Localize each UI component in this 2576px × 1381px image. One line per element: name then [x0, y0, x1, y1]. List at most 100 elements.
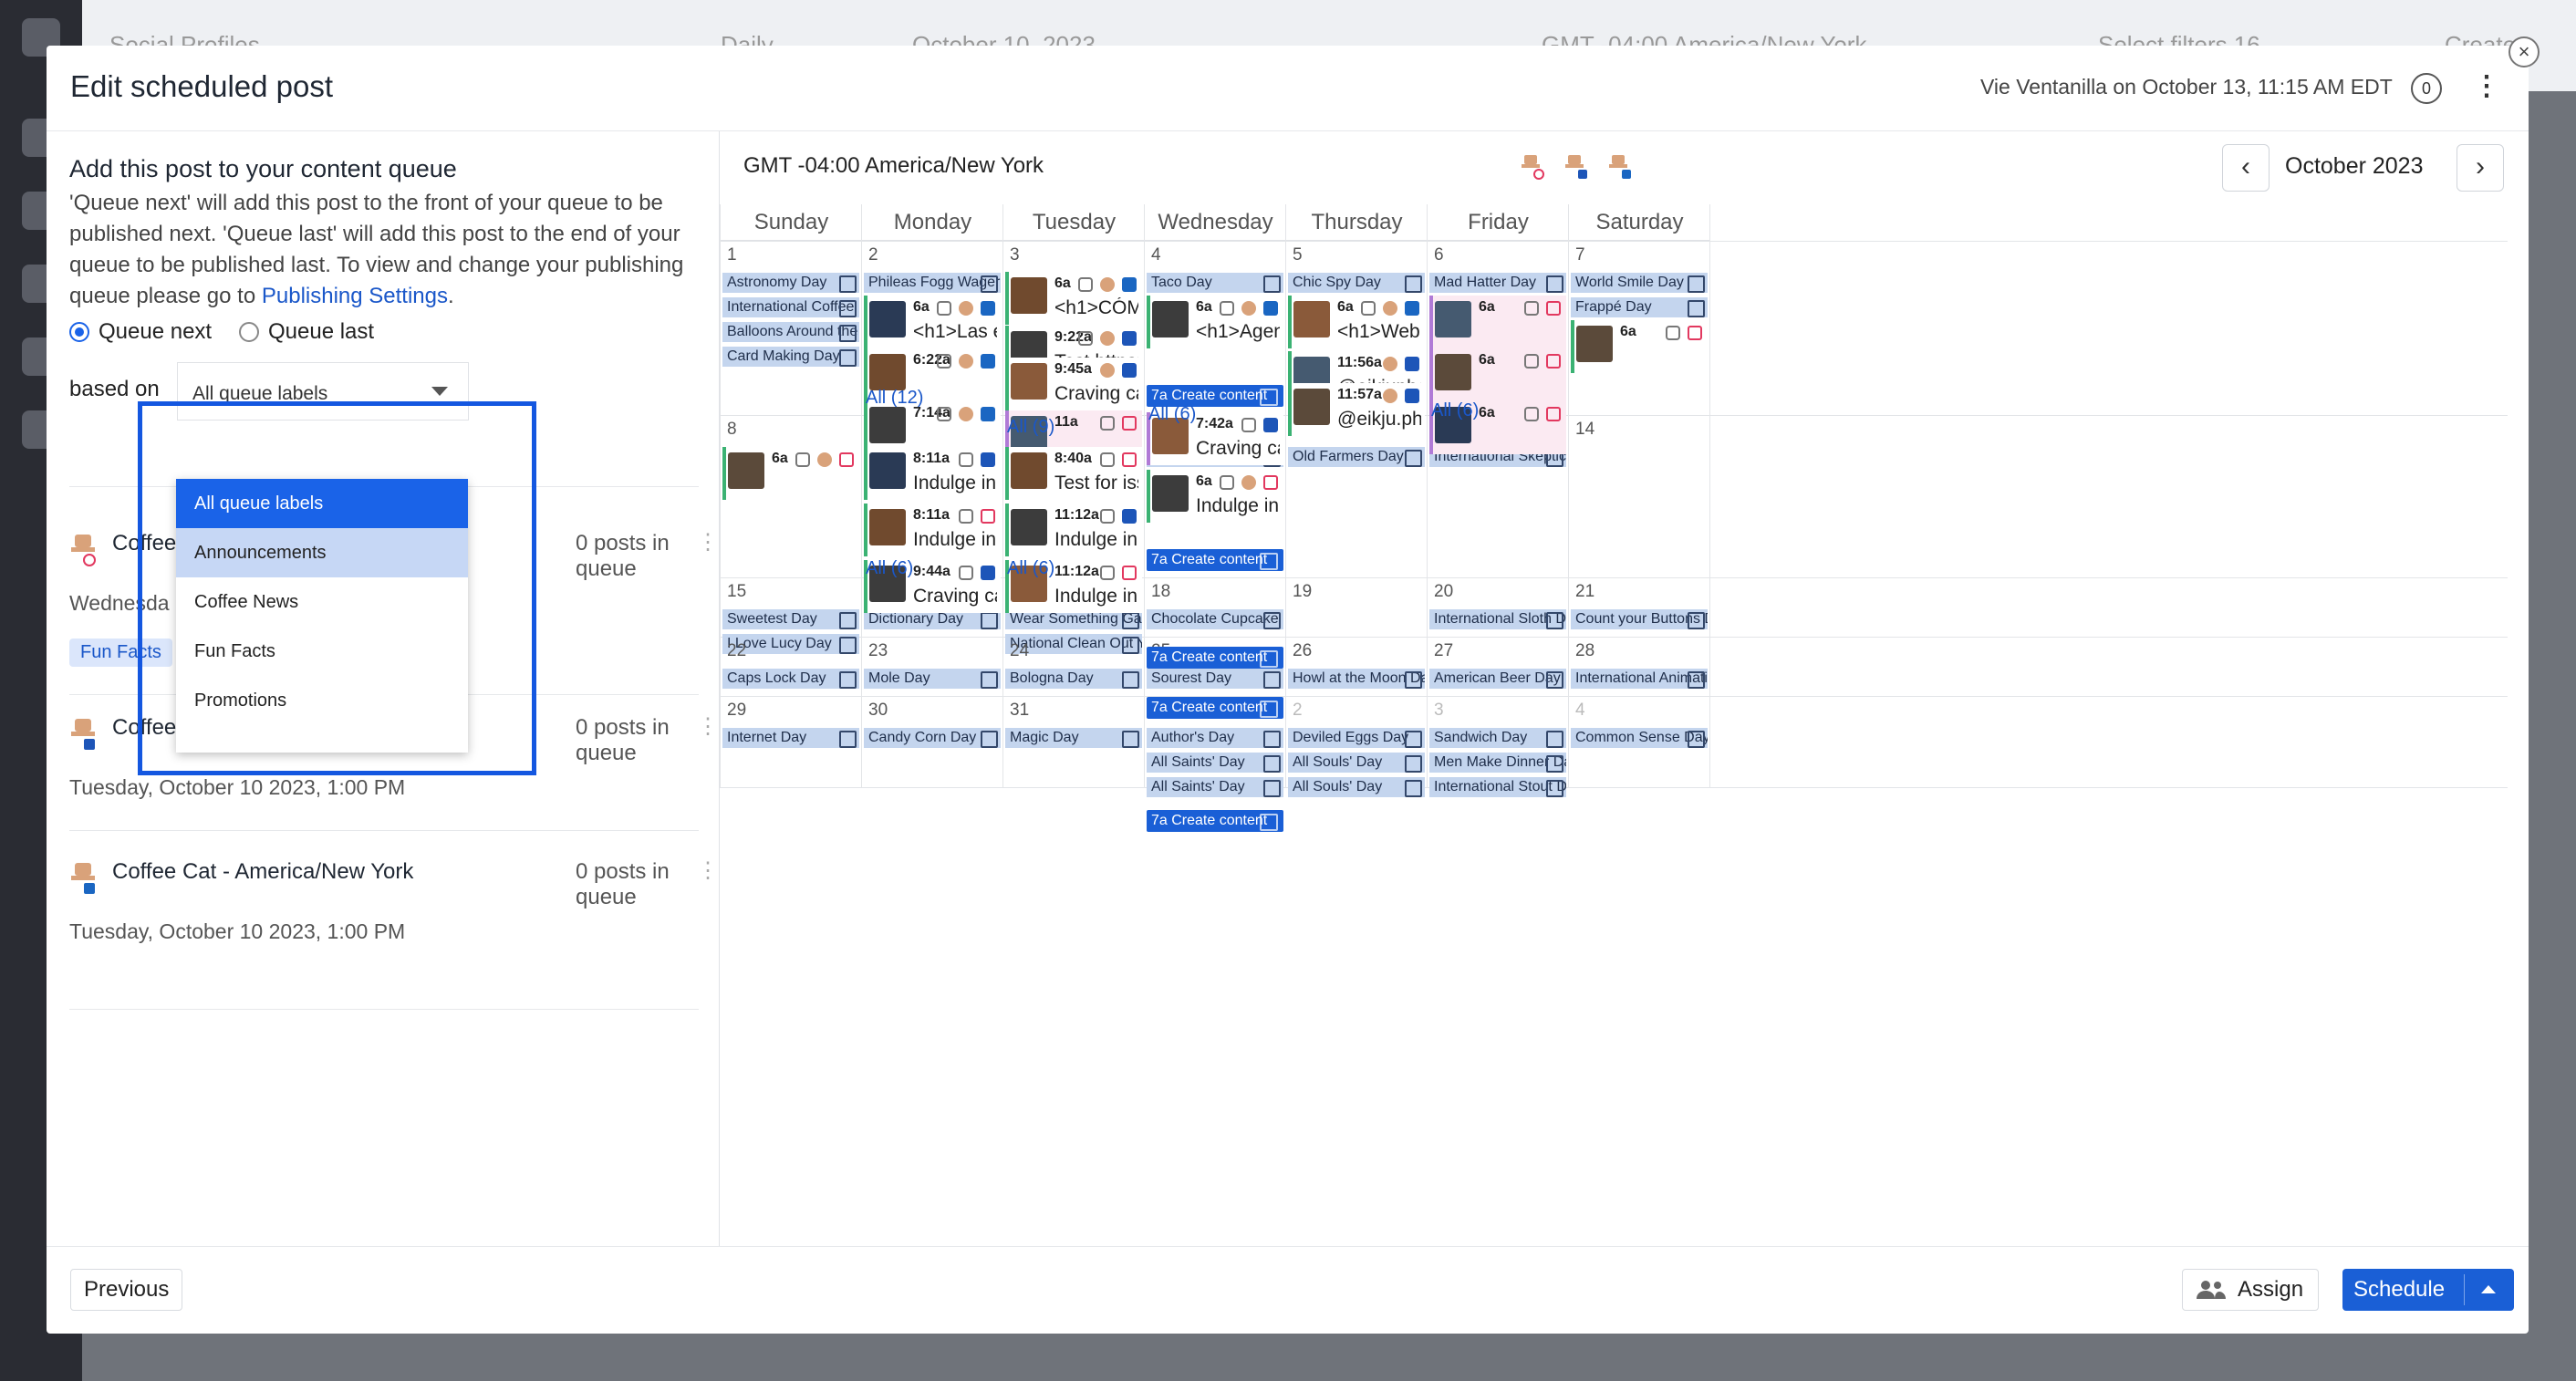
modal-close-button[interactable]: × [2508, 36, 2540, 67]
create-content-button[interactable]: 7a Create content [1147, 697, 1283, 719]
holiday-label[interactable]: Mole Day [864, 669, 1001, 689]
scheduled-post[interactable]: 6a [1429, 296, 1566, 348]
holiday-label[interactable]: Caps Lock Day [722, 669, 859, 689]
scheduled-post[interactable]: 6a <h1>CÓMO EL DESARROLLO ... [1005, 272, 1142, 325]
day-number[interactable]: 23 [868, 641, 888, 661]
holiday-label[interactable]: Deviled Eggs Day [1288, 728, 1425, 748]
all-posts-link[interactable]: All (6) [866, 558, 913, 579]
day-number[interactable]: 15 [727, 582, 746, 602]
holiday-label[interactable]: Sweetest Day [722, 609, 859, 629]
day-number[interactable]: 19 [1293, 582, 1312, 602]
day-number[interactable]: 20 [1434, 582, 1453, 602]
scheduled-post[interactable]: 6a [722, 447, 859, 500]
holiday-label[interactable]: Bologna Day [1005, 669, 1142, 689]
day-number[interactable]: 4 [1575, 701, 1585, 721]
day-number[interactable]: 5 [1293, 245, 1303, 265]
day-number[interactable]: 28 [1575, 641, 1594, 661]
holiday-label[interactable]: American Beer Day [1429, 669, 1566, 689]
holiday-label[interactable]: Magic Day [1005, 728, 1142, 748]
day-number[interactable]: 2 [868, 245, 878, 265]
holiday-label[interactable]: Astronomy Day [722, 273, 859, 293]
holiday-label[interactable]: All Saints' Day [1147, 777, 1283, 797]
scheduled-post[interactable]: 6a <h1>Agencias SEO si... [1147, 296, 1283, 348]
day-number[interactable]: 26 [1293, 641, 1312, 661]
prev-month-button[interactable]: ‹ [2222, 144, 2270, 192]
holiday-label[interactable]: Internet Day [722, 728, 859, 748]
scheduled-post[interactable]: 6a [1571, 320, 1708, 373]
day-number[interactable]: 21 [1575, 582, 1594, 602]
scheduled-post[interactable]: 6a Indulge in your coffe... [1147, 470, 1283, 523]
holiday-label[interactable]: Mad Hatter Day [1429, 273, 1566, 293]
scheduled-post[interactable]: 11:57a @eikju.photography [1288, 383, 1425, 436]
next-month-button[interactable]: › [2457, 144, 2504, 192]
all-posts-link[interactable]: All (6) [1431, 400, 1479, 421]
drag-handle-icon[interactable]: ⋮ [697, 713, 719, 740]
holiday-label[interactable]: Balloons Around the World D... [722, 322, 859, 342]
scheduled-post[interactable]: 6a <h1>Las empresas g... [864, 296, 1001, 348]
day-number[interactable]: 4 [1151, 245, 1161, 265]
holiday-label[interactable]: International Stout Day [1429, 777, 1566, 797]
profile-linkedin-icon[interactable] [1608, 153, 1636, 181]
create-content-button[interactable]: 7a Create content [1147, 549, 1283, 571]
day-number[interactable]: 1 [727, 245, 737, 265]
day-number[interactable]: 14 [1575, 420, 1594, 440]
day-number[interactable]: 18 [1151, 582, 1170, 602]
scheduled-post[interactable]: 9:45a Craving caffeine and curi... [1005, 358, 1142, 410]
queue-last-radio[interactable]: Queue last [239, 319, 374, 345]
create-content-button[interactable]: 7a Create content [1147, 810, 1283, 832]
holiday-label[interactable]: Frappé Day [1571, 297, 1708, 317]
day-number[interactable]: 3 [1010, 245, 1020, 265]
chevron-up-icon[interactable] [2481, 1285, 2497, 1293]
holiday-label[interactable]: Candy Corn Day [864, 728, 1001, 748]
holiday-label[interactable]: International Coffee Day [722, 297, 859, 317]
day-number[interactable]: 3 [1434, 701, 1444, 721]
holiday-label[interactable]: All Souls' Day [1288, 777, 1425, 797]
all-posts-link[interactable]: All (12) [866, 388, 923, 409]
scheduled-post[interactable]: 8:11a Indulge in your coffe... [864, 504, 1001, 556]
day-number[interactable]: 22 [727, 641, 746, 661]
holiday-label[interactable]: Sandwich Day [1429, 728, 1566, 748]
publishing-settings-link[interactable]: Publishing Settings [262, 284, 448, 308]
more-menu-icon[interactable]: ⋮ [2473, 70, 2500, 102]
day-number[interactable]: 27 [1434, 641, 1453, 661]
holiday-label[interactable]: All Saints' Day [1147, 753, 1283, 773]
scheduled-post[interactable]: 6a <h1>Web 3.0: la inteligenci... [1288, 296, 1425, 348]
holiday-label[interactable]: Chocolate Cupcake Day [1147, 609, 1283, 629]
holiday-label[interactable]: Howl at the Moon Day and Ni... [1288, 669, 1425, 689]
holiday-label[interactable]: Men Make Dinner Day [1429, 753, 1566, 773]
holiday-label[interactable]: Chic Spy Day [1288, 273, 1425, 293]
holiday-label[interactable]: Sourest Day [1147, 669, 1283, 689]
holiday-label[interactable]: International Animation Day [1571, 669, 1708, 689]
holiday-label[interactable]: Phileas Fogg Wager Day [864, 273, 1001, 293]
drag-handle-icon[interactable]: ⋮ [697, 857, 719, 884]
scheduled-post[interactable]: 11:12a Indulge in your coffe... [1005, 504, 1142, 556]
holiday-label[interactable]: All Souls' Day [1288, 753, 1425, 773]
drag-handle-icon[interactable]: ⋮ [697, 529, 719, 556]
day-number[interactable]: 6 [1434, 245, 1444, 265]
assign-button[interactable]: Assign [2182, 1269, 2320, 1311]
holiday-label[interactable]: World Smile Day [1571, 273, 1708, 293]
schedule-button[interactable]: Schedule [2342, 1269, 2515, 1311]
scheduled-post[interactable]: 6a [1429, 348, 1566, 401]
create-content-button[interactable]: 7a Create content [1147, 647, 1283, 669]
all-posts-link[interactable]: All (9) [1007, 417, 1054, 438]
comments-count-badge[interactable]: 0 [2411, 73, 2442, 104]
profile-instagram-icon[interactable] [1521, 153, 1548, 181]
day-number[interactable]: 7 [1575, 245, 1585, 265]
day-number[interactable]: 30 [868, 701, 888, 721]
scheduled-post[interactable]: 8:40a Test for issue on disa... [1005, 447, 1142, 500]
holiday-label[interactable]: Common Sense Day [1571, 728, 1708, 748]
holiday-label[interactable]: Count your Buttons Day [1571, 609, 1708, 629]
all-posts-link[interactable]: All (6) [1148, 404, 1196, 425]
previous-button[interactable]: Previous [70, 1269, 183, 1311]
holiday-label[interactable]: Old Farmers Day [1288, 447, 1425, 467]
scheduled-post[interactable]: 8:11a Indulge in your coffe... [864, 447, 1001, 500]
queue-next-radio[interactable]: Queue next [69, 319, 212, 345]
holiday-label[interactable]: Taco Day [1147, 273, 1283, 293]
all-posts-link[interactable]: All (6) [1007, 558, 1054, 579]
holiday-label[interactable]: International Sloth Day [1429, 609, 1566, 629]
day-number[interactable]: 8 [727, 420, 737, 440]
day-number[interactable]: 29 [727, 701, 746, 721]
holiday-label[interactable]: Author's Day [1147, 728, 1283, 748]
profile-facebook-icon[interactable] [1564, 153, 1592, 181]
